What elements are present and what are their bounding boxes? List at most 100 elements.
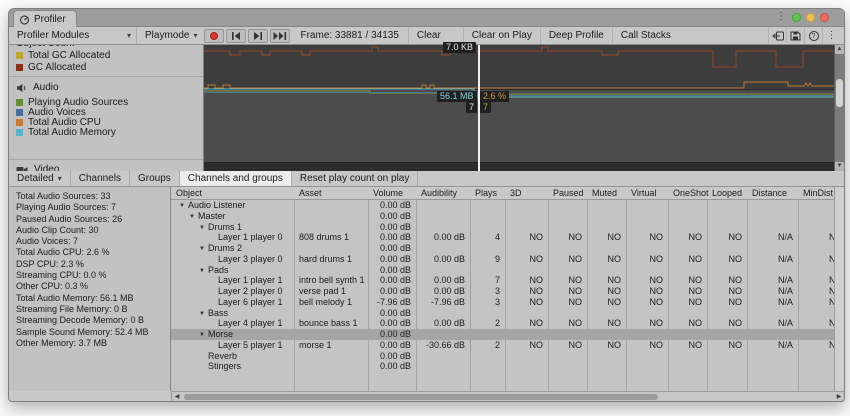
column-header-asset[interactable]: Asset — [294, 187, 368, 200]
column-header-virtual[interactable]: Virtual — [626, 187, 668, 200]
profiler-window-tab[interactable]: Profiler — [13, 10, 77, 27]
table-vertical-scrollbar[interactable] — [834, 187, 844, 391]
window-minimize-button[interactable] — [792, 13, 801, 22]
chart-vertical-scrollbar[interactable]: ▲ ▼ — [834, 45, 844, 171]
column-header-3d[interactable]: 3D — [505, 187, 548, 200]
tab-channels-and-groups[interactable]: Channels and groups — [180, 171, 292, 186]
cell-muted: NO — [587, 254, 626, 265]
profiler-modules-dropdown[interactable]: Profiler Modules ▾ — [9, 27, 137, 44]
column-header-looped[interactable]: Looped — [707, 187, 747, 200]
table-row[interactable]: ▼Layer 3 player 0hard drums 10.00 dB0.00… — [171, 254, 834, 265]
tree-expand-icon[interactable]: ▼ — [179, 201, 188, 211]
cell-oneshot: NO — [668, 232, 707, 243]
tree-cell: ▼Layer 6 player 1 — [171, 297, 294, 308]
legend-item-clipped[interactable]: Object Count — [16, 45, 74, 49]
column-header-audibility[interactable]: Audibility — [416, 187, 470, 200]
window-close-button[interactable] — [820, 13, 829, 22]
load-profile-button[interactable] — [768, 27, 786, 44]
table-row[interactable]: ▼Morse0.00 dB — [171, 329, 834, 340]
tree-expand-icon[interactable]: ▼ — [189, 212, 198, 222]
tree-expand-icon[interactable]: ▼ — [199, 223, 208, 233]
tree-cell: ▼Master — [171, 211, 294, 222]
stat-line: Streaming CPU: 0.0 % — [16, 270, 170, 281]
table-row[interactable]: ▼Pads0.00 dB — [171, 265, 834, 276]
stat-line: Total Audio Memory: 56.1 MB — [16, 293, 170, 304]
reset-play-count-button[interactable]: Reset play count on play — [292, 171, 419, 186]
audio-voices-chip: 7 — [466, 102, 477, 113]
stat-line: Audio Voices: 7 — [16, 236, 170, 247]
previous-frame-button[interactable] — [226, 29, 246, 43]
object-label: Bass — [208, 308, 228, 318]
table-row[interactable]: ▼Layer 1 player 0808 drums 10.00 dB0.00 … — [171, 232, 834, 243]
cell-paused: NO — [548, 286, 587, 297]
table-row[interactable]: ▼Audio Listener0.00 dB — [171, 200, 834, 211]
column-header-mindist[interactable]: MinDist — [798, 187, 834, 200]
call-stacks-button[interactable]: Call Stacks — [612, 27, 679, 44]
scrollbar-thumb[interactable] — [836, 79, 843, 107]
tab-channels[interactable]: Channels — [71, 171, 130, 186]
tab-groups[interactable]: Groups — [130, 171, 180, 186]
table-row[interactable]: ▼Bass0.00 dB — [171, 308, 834, 319]
gc-value-chip: 7.0 KB — [443, 42, 476, 53]
chart-plot — [204, 45, 834, 171]
table-row[interactable]: ▼Master0.00 dB — [171, 211, 834, 222]
column-header-oneshot[interactable]: OneShot — [668, 187, 707, 200]
chart-canvas[interactable] — [204, 45, 834, 171]
column-header-plays[interactable]: Plays — [470, 187, 505, 200]
cell-3d: NO — [505, 286, 548, 297]
table-row[interactable]: ▼Layer 5 player 1morse 10.00 dB-30.66 dB… — [171, 340, 834, 351]
cell-oneshot: NO — [668, 254, 707, 265]
scroll-down-icon[interactable]: ▼ — [835, 162, 844, 171]
cell-3d: NO — [505, 318, 548, 329]
record-button[interactable] — [204, 29, 224, 43]
cell-volume: 0.00 dB — [368, 243, 416, 254]
legend-item[interactable]: Total Audio Memory — [16, 127, 116, 138]
scroll-up-icon[interactable]: ▲ — [835, 45, 844, 54]
column-header-distance[interactable]: Distance — [747, 187, 798, 200]
table-row[interactable]: ▼Reverb0.00 dB — [171, 351, 834, 362]
tree-expand-icon[interactable]: ▼ — [199, 244, 208, 254]
table-row[interactable]: ▼Drums 10.00 dB — [171, 222, 834, 233]
video-module-header[interactable]: Video — [16, 163, 59, 171]
cell-asset: bounce bass 1 — [294, 318, 368, 329]
save-profile-button[interactable] — [786, 27, 804, 44]
table-row[interactable]: ▼Layer 1 player 1intro bell synth 10.00 … — [171, 275, 834, 286]
scroll-right-icon[interactable]: ▶ — [834, 392, 844, 402]
window-restore-button[interactable] — [806, 13, 815, 22]
table-row[interactable]: ▼Stingers0.00 dB — [171, 361, 834, 372]
cell-paused: NO — [548, 340, 587, 351]
help-button[interactable]: ? — [804, 27, 822, 44]
column-header-muted[interactable]: Muted — [587, 187, 626, 200]
tree-expand-icon[interactable]: ▼ — [199, 309, 208, 319]
table-row[interactable]: ▼Layer 6 player 1bell melody 1-7.96 dB-7… — [171, 297, 834, 308]
table-row[interactable]: ▼Layer 2 player 0verse pad 10.00 dB0.00 … — [171, 286, 834, 297]
legend-item[interactable]: Total GC Allocated — [16, 50, 110, 61]
object-label: Layer 2 player 0 — [218, 286, 283, 296]
table-row[interactable]: ▼Drums 20.00 dB — [171, 243, 834, 254]
deep-profile-button[interactable]: Deep Profile — [540, 27, 612, 44]
legend-item[interactable]: GC Allocated — [16, 62, 86, 73]
legend-swatch-icon — [16, 64, 23, 71]
titlebar-menu-icon[interactable]: ⋮ — [776, 11, 786, 22]
column-header-object[interactable]: Object — [171, 187, 294, 200]
tree-expand-icon[interactable]: ▼ — [199, 330, 208, 340]
cell-paused: NO — [548, 232, 587, 243]
table-row[interactable]: ▼Layer 4 player 1bounce bass 10.00 dB0.0… — [171, 318, 834, 329]
next-frame-button[interactable] — [248, 29, 268, 43]
scroll-left-icon[interactable]: ◀ — [172, 392, 182, 402]
tree-cell: ▼Layer 4 player 1 — [171, 318, 294, 329]
stat-line: Other CPU: 0.3 % — [16, 281, 170, 292]
cell-looped: NO — [707, 297, 747, 308]
audio-module-header[interactable]: Audio — [16, 81, 59, 94]
window-menu-button[interactable]: ⋮ — [822, 27, 840, 44]
legend-swatch-icon — [16, 109, 23, 116]
detailed-view-dropdown[interactable]: Detailed ▾ — [9, 171, 71, 186]
cell-volume: -7.96 dB — [368, 297, 416, 308]
current-frame-button[interactable] — [270, 29, 290, 43]
column-header-paused[interactable]: Paused — [548, 187, 587, 200]
column-header-volume[interactable]: Volume — [368, 187, 416, 200]
table-horizontal-scrollbar[interactable]: ◀ ▶ — [171, 391, 844, 401]
tree-expand-icon[interactable]: ▼ — [199, 266, 208, 276]
playmode-dropdown[interactable]: Playmode ▾ — [137, 27, 203, 44]
scrollbar-thumb[interactable] — [184, 394, 658, 400]
